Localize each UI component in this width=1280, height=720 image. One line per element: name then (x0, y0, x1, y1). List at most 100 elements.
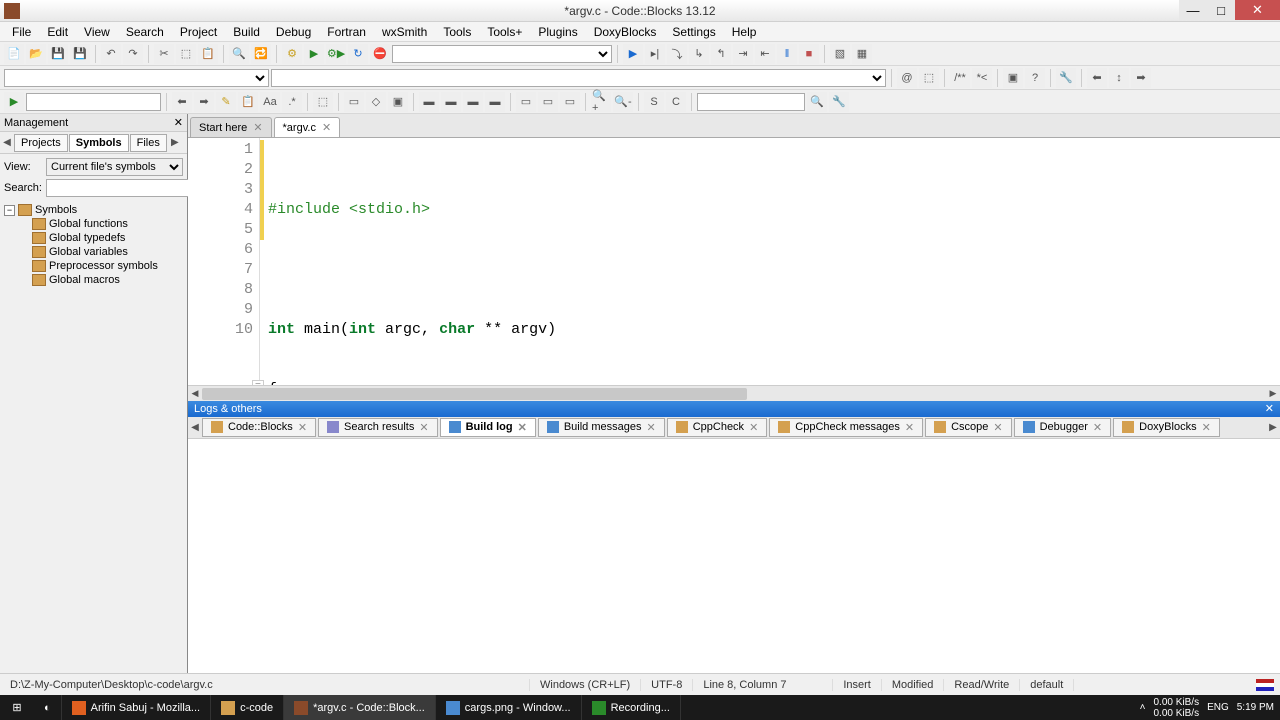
s-icon[interactable]: S (644, 92, 664, 112)
highlight-icon[interactable]: ✎ (216, 92, 236, 112)
abort-icon[interactable]: ⛔ (370, 44, 390, 64)
close-icon[interactable]: ✕ (518, 421, 527, 434)
close-icon[interactable]: ✕ (1202, 421, 1211, 434)
paste-icon[interactable]: 📋 (198, 44, 218, 64)
case-icon[interactable]: Aa (260, 92, 280, 112)
logs-body[interactable] (188, 439, 1280, 686)
log-tab-search[interactable]: Search results✕ (318, 418, 438, 437)
menu-toolsplus[interactable]: Tools+ (479, 23, 530, 41)
tab-projects[interactable]: Projects (14, 134, 68, 152)
search-input[interactable] (697, 93, 805, 111)
taskbar-recording[interactable]: Recording... (582, 695, 681, 720)
logs-left-icon[interactable]: ◀ (188, 422, 202, 433)
log-tab-buildmsg[interactable]: Build messages✕ (538, 418, 665, 437)
replace-icon[interactable]: 🔁 (251, 44, 271, 64)
nav-fwd-icon[interactable]: ➡ (1131, 68, 1151, 88)
log-tab-codeblocks[interactable]: Code::Blocks✕ (202, 418, 316, 437)
function-select[interactable] (271, 69, 886, 87)
code-content[interactable]: #include <stdio.h> int main(int argc, ch… (260, 138, 1280, 385)
zoom-out-icon[interactable]: 🔍- (613, 92, 633, 112)
cont-icon[interactable]: ▭ (538, 92, 558, 112)
search-go-icon[interactable]: 🔍 (807, 92, 827, 112)
return-icon[interactable]: ▭ (560, 92, 580, 112)
instruction-icon[interactable]: ▭ (344, 92, 364, 112)
start-button[interactable]: ⊞ (0, 695, 34, 720)
log-tab-debugger[interactable]: Debugger✕ (1014, 418, 1112, 437)
doxy-run-icon[interactable]: ▣ (1003, 68, 1023, 88)
tree-global-typedefs[interactable]: Global typedefs (4, 231, 183, 245)
menu-view[interactable]: View (76, 23, 118, 41)
tree-global-variables[interactable]: Global variables (4, 245, 183, 259)
menu-help[interactable]: Help (724, 23, 765, 41)
c-icon[interactable]: C (666, 92, 686, 112)
close-icon[interactable]: ✕ (1093, 421, 1102, 434)
doxy-chm-icon[interactable]: ? (1025, 68, 1045, 88)
save-icon[interactable]: 💾 (48, 44, 68, 64)
tab-symbols[interactable]: Symbols (69, 134, 129, 152)
for-icon[interactable]: ▬ (441, 92, 461, 112)
close-icon[interactable]: ✕ (905, 421, 914, 434)
taskbar-image[interactable]: cargs.png - Window... (436, 695, 582, 720)
menu-search[interactable]: Search (118, 23, 172, 41)
log-tab-cscope[interactable]: Cscope✕ (925, 418, 1012, 437)
tab-argv-c[interactable]: *argv.c✕ (274, 117, 341, 137)
logs-close-icon[interactable]: ✕ (1265, 402, 1274, 415)
tray-lang[interactable]: ENG (1207, 702, 1229, 713)
scroll-right-icon[interactable]: ▶ (1266, 386, 1280, 402)
mgmt-tab-right-icon[interactable]: ▶ (168, 137, 182, 148)
stop-debug-icon[interactable]: ■ (799, 44, 819, 64)
close-icon[interactable]: ✕ (419, 421, 428, 434)
zoom-in-icon[interactable]: 🔍+ (591, 92, 611, 112)
tree-root[interactable]: − Symbols (4, 203, 183, 217)
log-tab-cppcheck[interactable]: CppCheck✕ (667, 418, 768, 437)
minimize-button[interactable]: — (1179, 0, 1207, 20)
menu-wxsmith[interactable]: wxSmith (374, 23, 435, 41)
info-icon[interactable]: ▦ (852, 44, 872, 64)
log-tab-buildlog[interactable]: Build log✕ (440, 418, 536, 437)
step-out-icon[interactable]: ↰ (711, 44, 731, 64)
menu-debug[interactable]: Debug (268, 23, 319, 41)
script-input[interactable] (26, 93, 161, 111)
menu-plugins[interactable]: Plugins (530, 23, 585, 41)
redo-icon[interactable]: ↷ (123, 44, 143, 64)
tray-up-icon[interactable]: ˄ (1140, 702, 1146, 713)
build-target-select[interactable] (392, 45, 612, 63)
tree-global-functions[interactable]: Global functions (4, 217, 183, 231)
log-tab-doxy[interactable]: DoxyBlocks✕ (1113, 418, 1220, 437)
taskbar-firefox[interactable]: Arifin Sabuj - Mozilla... (62, 695, 211, 720)
taskbar-folder[interactable]: c-code (211, 695, 284, 720)
close-icon[interactable]: ✕ (749, 421, 758, 434)
step-instr-icon[interactable]: ⇤ (755, 44, 775, 64)
log-tab-cppcheckmsg[interactable]: CppCheck messages✕ (769, 418, 923, 437)
undo-icon[interactable]: ↶ (101, 44, 121, 64)
cut-icon[interactable]: ✂ (154, 44, 174, 64)
decision-icon[interactable]: ◇ (366, 92, 386, 112)
close-icon[interactable]: ✕ (993, 421, 1002, 434)
scroll-thumb[interactable] (202, 388, 747, 400)
comment-block-icon[interactable]: /** (950, 68, 970, 88)
break-block-icon[interactable]: ▭ (516, 92, 536, 112)
menu-tools[interactable]: Tools (435, 23, 479, 41)
taskbar-codeblocks[interactable]: *argv.c - Code::Block... (284, 695, 436, 720)
new-file-icon[interactable]: 📄 (4, 44, 24, 64)
menu-edit[interactable]: Edit (39, 23, 76, 41)
step-into-icon[interactable]: ↳ (689, 44, 709, 64)
build-icon[interactable]: ⚙ (282, 44, 302, 64)
next-instr-icon[interactable]: ⇥ (733, 44, 753, 64)
management-close-icon[interactable]: ✕ (174, 116, 183, 129)
doxy-icon[interactable]: @ (897, 68, 917, 88)
jump-back-icon[interactable]: ⬅ (172, 92, 192, 112)
cond-icon[interactable]: ▬ (419, 92, 439, 112)
doxy-settings-icon[interactable]: 🔧 (1056, 68, 1076, 88)
tab-start-here[interactable]: Start here✕ (190, 117, 272, 137)
run-script-icon[interactable]: ▶ (4, 92, 24, 112)
menu-project[interactable]: Project (172, 23, 225, 41)
run-to-cursor-icon[interactable]: ▸| (645, 44, 665, 64)
debug-windows-icon[interactable]: ▧ (830, 44, 850, 64)
nav-back-icon[interactable]: ⬅ (1087, 68, 1107, 88)
debug-run-icon[interactable]: ▶ (623, 44, 643, 64)
menu-build[interactable]: Build (225, 23, 268, 41)
symbol-search-input[interactable] (46, 179, 190, 197)
search-opts-icon[interactable]: 🔧 (829, 92, 849, 112)
scope-select[interactable] (4, 69, 269, 87)
